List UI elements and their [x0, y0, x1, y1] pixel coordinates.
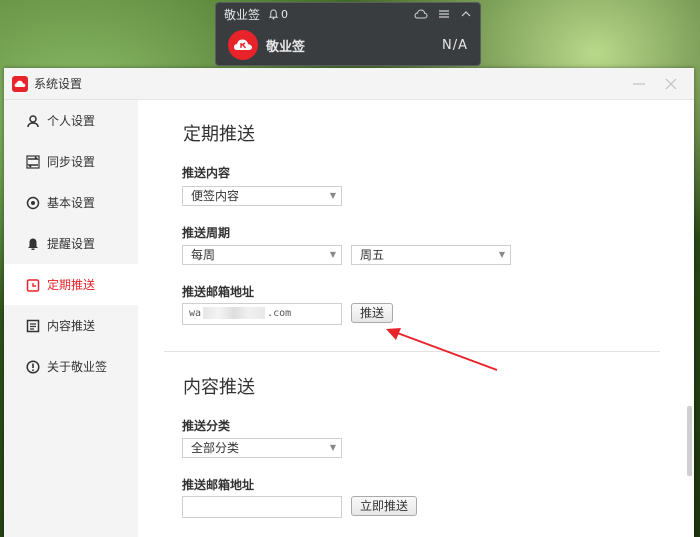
push-button[interactable]: 推送: [351, 303, 393, 323]
sidebar-item-basic[interactable]: 基本设置: [4, 182, 138, 223]
push-email-input[interactable]: wa .com: [182, 303, 342, 325]
content-push-email-input[interactable]: [182, 496, 342, 518]
mini-widget: 敬业签 0 敬业签 N/A: [215, 2, 481, 66]
sidebar-item-reminder[interactable]: 提醒设置: [4, 223, 138, 264]
sidebar-item-label: 关于敬业签: [47, 360, 108, 374]
sidebar-item-personal[interactable]: 个人设置: [4, 100, 138, 141]
calendar-icon: [26, 278, 40, 292]
bell-icon: [26, 237, 40, 251]
window-title: 系统设置: [34, 77, 83, 91]
push-category-select[interactable]: 全部分类 ▼: [182, 438, 342, 458]
cloud-sync-icon[interactable]: [414, 8, 428, 20]
widget-status: N/A: [442, 37, 468, 53]
sidebar-item-label: 同步设置: [47, 155, 96, 169]
widget-title: 敬业签: [224, 7, 261, 22]
app-logo-icon: [12, 75, 28, 92]
settings-icon: [26, 196, 40, 210]
sidebar-item-label: 内容推送: [47, 319, 96, 333]
push-cycle-value: 每周: [191, 248, 216, 262]
push-email-label: 推送邮箱地址: [182, 285, 255, 299]
push-now-button[interactable]: 立即推送: [351, 496, 417, 516]
settings-window: 系统设置 个人设置 同步设置 基本设置 提醒设置 定期推送 内容推送 关于敬业签…: [4, 68, 694, 537]
email-suffix: .com: [267, 308, 292, 319]
content-push-email-label: 推送邮箱地址: [182, 478, 255, 492]
section-title-content-push: 内容推送: [183, 377, 255, 398]
chevron-down-icon: ▼: [329, 191, 336, 200]
info-icon: [26, 359, 40, 374]
push-content-value: 便签内容: [191, 189, 240, 203]
section-divider: [164, 351, 660, 352]
sidebar-item-label: 基本设置: [47, 196, 96, 210]
settings-content: 定期推送 推送内容 便签内容 ▼ 推送周期 每周 ▼ 周五 ▼ 推送邮箱地址 w…: [138, 100, 694, 537]
sidebar-item-label: 个人设置: [47, 114, 96, 128]
sidebar-item-label: 提醒设置: [47, 237, 96, 251]
title-bar[interactable]: 系统设置: [4, 68, 694, 100]
minimize-icon[interactable]: [632, 77, 646, 91]
sidebar-item-about[interactable]: 关于敬业签: [4, 346, 138, 387]
chevron-down-icon: ▼: [329, 250, 336, 259]
push-content-label: 推送内容: [182, 166, 231, 180]
section-title-periodic-push: 定期推送: [183, 124, 255, 145]
sidebar-item-content-push[interactable]: 内容推送: [4, 305, 138, 346]
chevron-down-icon: ▼: [329, 443, 336, 452]
person-icon: [26, 114, 40, 128]
close-icon[interactable]: [664, 77, 678, 91]
scrollbar[interactable]: [687, 406, 692, 476]
push-day-select[interactable]: 周五 ▼: [351, 245, 511, 265]
push-cycle-label: 推送周期: [182, 226, 231, 240]
email-prefix: wa: [189, 308, 202, 319]
reminder-count-value: 0: [281, 7, 289, 21]
document-icon: [26, 319, 40, 333]
sidebar-item-periodic-push[interactable]: 定期推送: [4, 264, 138, 305]
sidebar-item-label: 定期推送: [47, 278, 96, 292]
sidebar: 个人设置 同步设置 基本设置 提醒设置 定期推送 内容推送 关于敬业签: [4, 100, 138, 537]
reminder-count[interactable]: 0: [268, 8, 288, 21]
push-content-select[interactable]: 便签内容 ▼: [182, 186, 342, 206]
push-cycle-select[interactable]: 每周 ▼: [182, 245, 342, 265]
sidebar-item-sync[interactable]: 同步设置: [4, 141, 138, 182]
app-logo-icon: [228, 30, 258, 60]
bell-icon: [268, 8, 279, 20]
chevron-down-icon: ▼: [498, 250, 505, 259]
collapse-icon[interactable]: [460, 8, 472, 20]
sync-icon: [26, 154, 40, 169]
email-redaction: [203, 307, 266, 319]
menu-icon[interactable]: [438, 8, 450, 20]
push-category-label: 推送分类: [182, 419, 231, 433]
widget-app-name: 敬业签: [266, 39, 306, 55]
push-category-value: 全部分类: [191, 441, 240, 455]
push-day-value: 周五: [360, 248, 385, 262]
